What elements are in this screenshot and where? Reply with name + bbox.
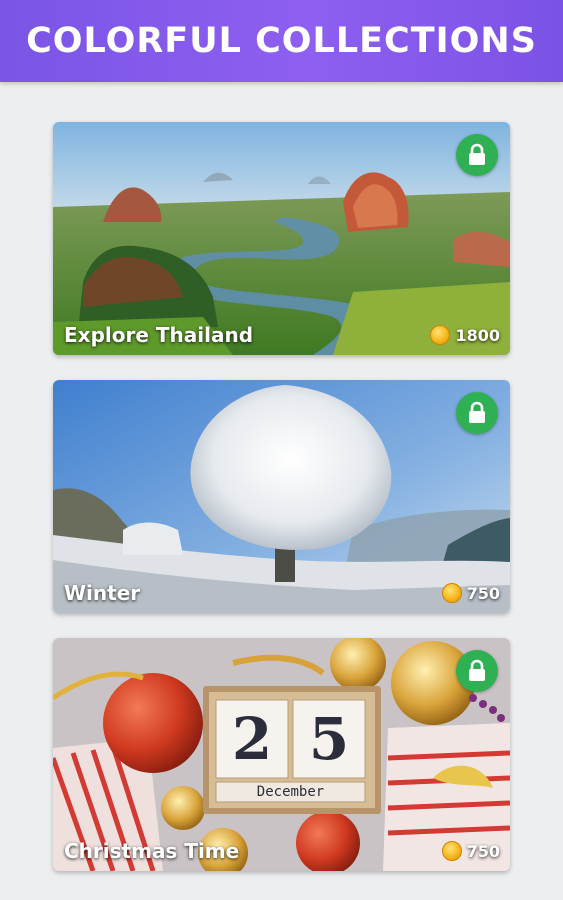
collection-card-christmas-time[interactable]: 2 5 December Christmas Time 750: [53, 638, 510, 871]
lock-icon[interactable]: [456, 392, 498, 434]
price-value: 750: [466, 841, 500, 861]
calendar-month: December: [256, 784, 325, 800]
collection-price: 750: [441, 583, 500, 603]
lock-icon[interactable]: [456, 134, 498, 176]
calendar-day-digit-2: 5: [308, 705, 350, 773]
collection-title: Explore Thailand: [64, 323, 254, 347]
collection-price: 750: [441, 841, 500, 861]
price-value: 750: [466, 583, 500, 603]
coin-icon: [441, 841, 462, 861]
collection-card-winter[interactable]: Winter 750: [53, 380, 510, 613]
lock-icon[interactable]: [456, 650, 498, 692]
winter-tree-image: [53, 380, 510, 613]
collection-title: Christmas Time: [64, 839, 240, 863]
app-header: COLORFUL COLLECTIONS: [0, 0, 563, 82]
collection-price: 1800: [430, 325, 500, 345]
thailand-landscape-image: [53, 122, 510, 355]
collection-title: Winter: [64, 581, 141, 605]
collection-card-explore-thailand[interactable]: Explore Thailand 1800: [53, 122, 510, 355]
price-value: 1800: [455, 325, 500, 345]
page-title: COLORFUL COLLECTIONS: [26, 21, 537, 61]
coin-icon: [430, 325, 451, 345]
coin-icon: [441, 583, 462, 603]
calendar-day-digit-1: 2: [231, 705, 273, 773]
